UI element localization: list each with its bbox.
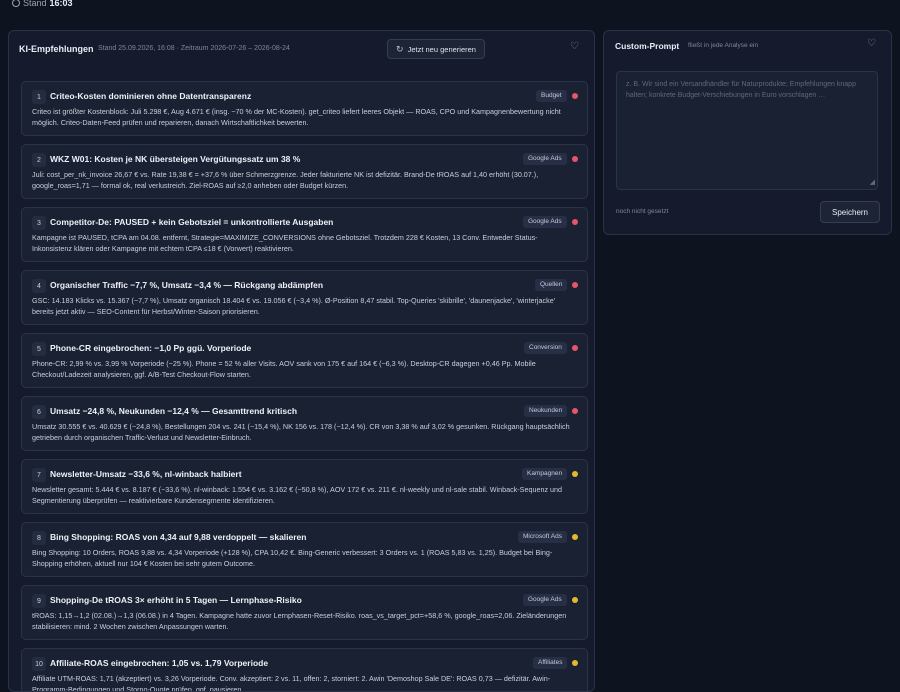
recommendation-card[interactable]: 7 Newsletter-Umsatz −33,6 %, nl-winback h… [21,459,588,514]
recommendation-card[interactable]: 2 WKZ W01: Kosten je NK übersteigen Vergü… [21,144,588,199]
recommendation-card[interactable]: 6 Umsatz −24,8 %, Neukunden −12,4 % — Ges… [21,396,588,451]
recommendation-title: Affiliate-ROAS eingebrochen: 1,05 vs. 1,… [50,658,269,668]
recommendation-card[interactable]: 4 Organischer Traffic −7,7 %, Umsatz −3,4… [21,270,588,325]
recommendation-text: Umsatz 30.555 € vs. 40.629 € (−24,8 %), … [32,422,570,442]
recommendation-card[interactable]: 10 Affiliate-ROAS eingebrochen: 1,05 vs. … [21,648,588,692]
recommendation-number: 9 [32,594,46,608]
category-tag: Google Ads [523,153,567,165]
recommendation-text: Juli: cost_per_nk_invoice 26,67 € vs. Ra… [32,170,539,190]
recommendations-title: KI-Empfehlungen [19,44,94,54]
recommendation-number: 2 [32,153,46,167]
category-tag: Microsoft Ads [518,531,568,543]
priority-dot-icon [572,93,578,99]
category-tag: Kampagnen [522,468,568,480]
recommendation-title: Competitor-De: PAUSED + kein Gebotsziel … [50,217,334,227]
category-tag: Google Ads [523,216,567,228]
regenerate-button[interactable]: ↻ Jetzt neu generieren [387,39,485,59]
priority-dot-icon [572,534,578,540]
priority-dot-icon [572,660,578,666]
recommendation-title: Organischer Traffic −7,7 %, Umsatz −3,4 … [50,280,324,290]
recommendation-number: 4 [32,279,46,293]
recommendation-title: Criteo-Kosten dominieren ohne Datentrans… [50,91,252,101]
priority-dot-icon [572,345,578,351]
resize-grip-icon[interactable]: ◢ [870,177,875,188]
regenerate-label: Jetzt neu generieren [407,44,476,54]
recommendation-title: Phone-CR eingebrochen: −1,0 Pp ggü. Vorp… [50,343,252,353]
priority-dot-icon [572,471,578,477]
status-time-value: 16:03 [49,0,73,8]
status-bar: Stand 16:03 [0,0,900,14]
custom-prompt-header: Custom-Prompt fließt in jede Analyse ein… [604,31,891,59]
recommendations-meta: Stand 25.09.2026, 16:08 · Zeitraum 2026-… [98,45,290,52]
priority-dot-icon [572,282,578,288]
category-tag: Conversion [524,342,567,354]
recommendation-number: 8 [32,531,46,545]
recommendation-title: WKZ W01: Kosten je NK übersteigen Vergüt… [50,154,301,164]
category-tag: Budget [536,90,567,102]
priority-dot-icon [572,156,578,162]
status-time: Stand 16:03 [12,0,73,8]
custom-prompt-subtitle: fließt in jede Analyse ein [688,42,759,49]
recommendation-number: 6 [32,405,46,419]
clock-icon [12,0,20,7]
recommendation-number: 3 [32,216,46,230]
recommendation-text: tROAS: 1,15→1,2 (02.08.)→1,3 (06.08.) in… [32,611,567,631]
priority-dot-icon [572,408,578,414]
custom-prompt-panel: Custom-Prompt fließt in jede Analyse ein… [603,30,892,235]
recommendations-panel: KI-Empfehlungen Stand 25.09.2026, 16:08 … [8,30,595,692]
recommendation-text: Kampagne ist PAUSED, tCPA am 04.08. entf… [32,233,538,253]
status-prefix: Stand [23,0,47,8]
category-tag: Google Ads [523,594,567,606]
recommendation-number: 7 [32,468,46,482]
recommendation-text: Phone-CR: 2,99 % vs. 3,99 % Vorperiode (… [32,359,536,379]
recommendation-text: Criteo ist größter Kostenblock: Juli 5.2… [32,107,561,127]
recommendation-title: Newsletter-Umsatz −33,6 %, nl-winback ha… [50,469,242,479]
recommendation-card[interactable]: 5 Phone-CR eingebrochen: −1,0 Pp ggü. Vor… [21,333,588,388]
recommendation-text: Bing Shopping: 10 Orders, ROAS 9,88 vs. … [32,548,553,568]
custom-prompt-status: noch nicht gesetzt [616,208,669,215]
refresh-icon: ↻ [396,43,404,54]
recommendation-number: 5 [32,342,46,356]
recommendation-card[interactable]: 3 Competitor-De: PAUSED + kein Gebotsziel… [21,207,588,262]
category-tag: Quellen [535,279,568,291]
recommendations-header: KI-Empfehlungen Stand 25.09.2026, 16:08 … [9,31,594,65]
recommendations-list: 1 Criteo-Kosten dominieren ohne Datentran… [21,81,588,692]
recommendation-number: 1 [32,90,46,104]
custom-prompt-input[interactable]: z. B. Wir sind ein Versandhändler für Na… [616,71,878,190]
priority-dot-icon [572,597,578,603]
favorite-heart-icon[interactable]: ♡ [867,39,876,49]
recommendation-card[interactable]: 9 Shopping-De tROAS 3× erhöht in 5 Tagen … [21,585,588,640]
custom-prompt-placeholder: z. B. Wir sind ein Versandhändler für Na… [626,81,856,99]
recommendation-title: Shopping-De tROAS 3× erhöht in 5 Tagen —… [50,595,302,605]
custom-prompt-title: Custom-Prompt [615,41,680,51]
recommendation-number: 10 [32,657,46,671]
recommendation-card[interactable]: 1 Criteo-Kosten dominieren ohne Datentran… [21,81,588,136]
recommendation-text: GSC: 14.183 Klicks vs. 15.367 (−7,7 %), … [32,296,556,316]
priority-dot-icon [572,219,578,225]
category-tag: Affiliates [533,657,568,669]
category-tag: Neukunden [524,405,568,417]
recommendation-title: Bing Shopping: ROAS von 4,34 auf 9,88 ve… [50,532,307,542]
recommendation-text: Affiliate UTM-ROAS: 1,71 (akzeptiert) vs… [32,674,551,692]
recommendation-title: Umsatz −24,8 %, Neukunden −12,4 % — Gesa… [50,406,298,416]
recommendation-card[interactable]: 8 Bing Shopping: ROAS von 4,34 auf 9,88 v… [21,522,588,577]
save-button[interactable]: Speichern [820,201,880,223]
recommendation-text: Newsletter gesamt: 5.444 € vs. 8.187 € (… [32,485,563,505]
favorite-heart-icon[interactable]: ♡ [570,42,579,52]
